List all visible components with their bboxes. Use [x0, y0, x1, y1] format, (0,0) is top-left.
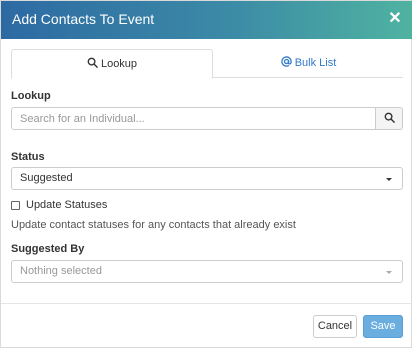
caret-down-icon — [386, 178, 392, 181]
add-contacts-modal: Add Contacts To Event ✕ Lookup Bulk List… — [0, 0, 412, 348]
status-select[interactable]: Suggested — [11, 167, 403, 190]
search-icon — [87, 51, 98, 79]
suggested-by-select[interactable]: Nothing selected — [11, 260, 403, 283]
lookup-input-group — [11, 107, 403, 130]
save-button[interactable]: Save — [363, 315, 403, 338]
lookup-search-input[interactable] — [11, 107, 376, 130]
tab-lookup-label: Lookup — [100, 58, 138, 70]
update-statuses-help: Update contact statuses for any contacts… — [11, 219, 296, 231]
lookup-search-button[interactable] — [375, 107, 403, 130]
modal-header: Add Contacts To Event ✕ — [1, 1, 412, 39]
lookup-label: Lookup — [11, 90, 51, 102]
modal-title: Add Contacts To Event — [12, 11, 155, 27]
at-icon — [281, 50, 292, 78]
cancel-button[interactable]: Cancel — [313, 315, 357, 338]
update-statuses-checkbox[interactable] — [11, 200, 20, 210]
suggested-by-selected-value: Nothing selected — [20, 265, 102, 277]
update-statuses-label[interactable]: Update Statuses — [26, 199, 107, 211]
tab-bar: Lookup Bulk List — [11, 49, 403, 79]
tab-bulk-list[interactable]: Bulk List — [214, 49, 403, 78]
tab-bulk-list-label: Bulk List — [294, 57, 337, 69]
status-selected-value: Suggested — [20, 172, 73, 184]
status-label: Status — [11, 151, 45, 163]
footer-divider — [1, 303, 412, 304]
caret-down-icon — [386, 271, 392, 274]
tab-lookup[interactable]: Lookup — [11, 49, 213, 79]
close-icon[interactable]: ✕ — [388, 10, 402, 28]
update-statuses-row: Update Statuses — [11, 198, 107, 212]
suggested-by-label: Suggested By — [11, 243, 85, 255]
search-icon — [384, 112, 395, 126]
